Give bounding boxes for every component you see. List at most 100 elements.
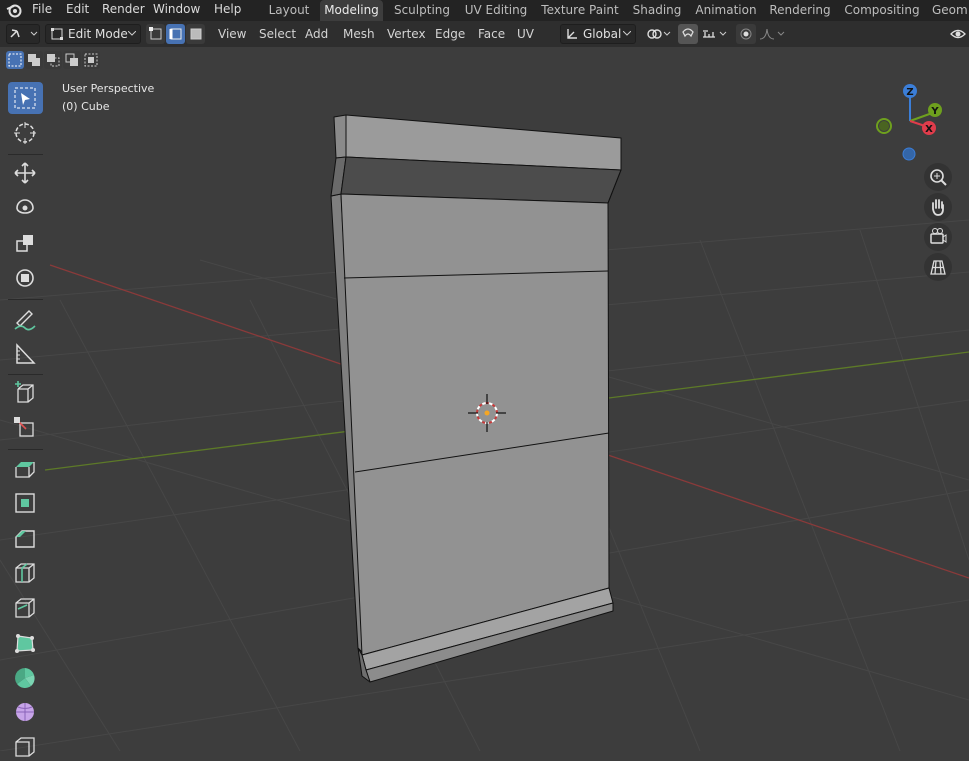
tool-cursor[interactable] — [8, 117, 43, 149]
tab-modeling[interactable]: Modeling — [320, 0, 383, 21]
tool-rotate[interactable] — [8, 192, 43, 224]
tool-extrude-region[interactable] — [8, 452, 43, 484]
tool-add-cube[interactable] — [8, 377, 43, 409]
menu-view[interactable]: View — [218, 21, 246, 47]
pivot-icon — [647, 29, 671, 39]
camera-view-button[interactable] — [924, 223, 952, 251]
tool-select-box[interactable] — [8, 82, 43, 114]
select-invert-icon — [65, 53, 78, 66]
knife-icon — [15, 598, 35, 618]
edge-select-icon — [169, 28, 182, 40]
camera-icon — [930, 228, 947, 244]
menu-add[interactable]: Add — [305, 21, 328, 47]
zoom-button[interactable] — [924, 163, 952, 191]
menu-window[interactable]: Window — [153, 0, 200, 21]
tab-layout[interactable]: Layout — [263, 0, 315, 21]
select-extend-icon — [28, 54, 40, 66]
select-box-icon — [14, 87, 36, 109]
tool-move[interactable] — [8, 157, 43, 189]
select-extend-button[interactable] — [25, 51, 43, 69]
falloff-dropdown[interactable] — [758, 24, 788, 44]
tool-smooth[interactable] — [8, 695, 43, 727]
editor-type-button[interactable] — [6, 24, 40, 44]
menu-vertex[interactable]: Vertex — [387, 21, 426, 47]
menu-select[interactable]: Select — [259, 21, 296, 47]
gizmo-x-label: X — [925, 124, 933, 135]
tab-animation[interactable]: Animation — [694, 0, 758, 21]
transform-icon — [16, 269, 34, 287]
mode-label: Edit Mode — [68, 27, 128, 41]
gizmo-y-label: Y — [930, 106, 939, 117]
tool-spin[interactable] — [8, 662, 43, 694]
tool-shrink-fatten[interactable] — [8, 729, 43, 761]
bevel-icon — [15, 530, 35, 548]
tab-uv-editing[interactable]: UV Editing — [462, 0, 530, 21]
chevron-down-icon — [623, 31, 631, 36]
menu-uv[interactable]: UV — [517, 21, 534, 47]
tab-texture-paint[interactable]: Texture Paint — [540, 0, 620, 21]
snap-target-dropdown[interactable] — [700, 24, 730, 44]
pivot-point-dropdown[interactable] — [644, 24, 674, 44]
cursor-icon — [14, 122, 36, 144]
move-icon — [14, 162, 36, 184]
viewport-scene[interactable] — [0, 47, 969, 751]
menu-render[interactable]: Render — [102, 0, 145, 21]
perspective-toggle-button[interactable] — [924, 253, 952, 281]
rotate-icon — [16, 199, 34, 214]
tool-knife[interactable] — [8, 592, 43, 624]
select-invert-button[interactable] — [63, 51, 81, 69]
tab-sculpting[interactable]: Sculpting — [390, 0, 454, 21]
select-subtract-button[interactable] — [44, 51, 62, 69]
select-face-mode-button[interactable] — [186, 24, 205, 44]
menu-mesh[interactable]: Mesh — [343, 21, 375, 47]
viewport-perspective-label: User Perspective — [62, 82, 155, 95]
viewport-object-label: (0) Cube — [62, 100, 110, 113]
extrude-region-icon — [15, 462, 35, 478]
grid-icon — [930, 260, 946, 275]
overlay-visibility-button[interactable] — [948, 24, 969, 44]
proportional-editing-icon — [740, 28, 752, 40]
tool-poly-build[interactable] — [8, 627, 43, 659]
inset-faces-icon — [15, 493, 35, 513]
tab-geometry-nodes[interactable]: Geom — [932, 0, 969, 21]
proportional-editing-button[interactable] — [736, 24, 756, 44]
tool-add-object[interactable] — [8, 412, 43, 444]
select-vertex-mode-button[interactable] — [146, 24, 165, 44]
tool-bevel[interactable] — [8, 522, 43, 554]
menu-edge[interactable]: Edge — [435, 21, 465, 47]
viewport-header: Edit Mode View Select Add Mesh Vertex Ed… — [0, 21, 969, 47]
tool-transform[interactable] — [8, 262, 43, 294]
3d-viewport[interactable]: User Perspective (0) Cube Z Y X — [0, 47, 969, 751]
tab-shading[interactable]: Shading — [630, 0, 684, 21]
eye-icon — [950, 29, 966, 39]
select-intersect-button[interactable] — [82, 51, 100, 69]
tool-loop-cut[interactable] — [8, 557, 43, 589]
magnet-icon — [682, 28, 694, 38]
select-new-icon — [8, 53, 22, 67]
annotate-pencil-icon — [14, 310, 36, 331]
transform-orientation-dropdown[interactable]: Global — [560, 24, 636, 44]
tool-annotate[interactable] — [8, 303, 43, 335]
navigation-gizmo[interactable]: Z Y X — [870, 81, 950, 171]
menu-face[interactable]: Face — [478, 21, 505, 47]
snap-toggle-button[interactable] — [678, 24, 698, 44]
tool-measure[interactable] — [8, 338, 43, 370]
orientation-label: Global — [583, 27, 622, 41]
tool-inset-faces[interactable] — [8, 487, 43, 519]
select-new-button[interactable] — [6, 51, 24, 69]
orientation-icon — [567, 29, 577, 39]
select-edge-mode-button[interactable] — [166, 24, 185, 44]
tool-shelf — [0, 77, 50, 757]
tab-compositing[interactable]: Compositing — [842, 0, 922, 21]
tab-rendering[interactable]: Rendering — [768, 0, 832, 21]
shrink-fatten-icon — [15, 737, 35, 757]
mode-dropdown[interactable]: Edit Mode — [45, 24, 141, 44]
menu-file[interactable]: File — [32, 0, 52, 21]
scale-icon — [16, 235, 33, 252]
pan-button[interactable] — [924, 193, 952, 221]
menu-help[interactable]: Help — [214, 0, 241, 21]
tool-scale[interactable] — [8, 227, 43, 259]
menu-edit[interactable]: Edit — [66, 0, 89, 21]
chevron-down-icon — [128, 31, 136, 36]
blender-logo-icon[interactable] — [6, 2, 22, 18]
